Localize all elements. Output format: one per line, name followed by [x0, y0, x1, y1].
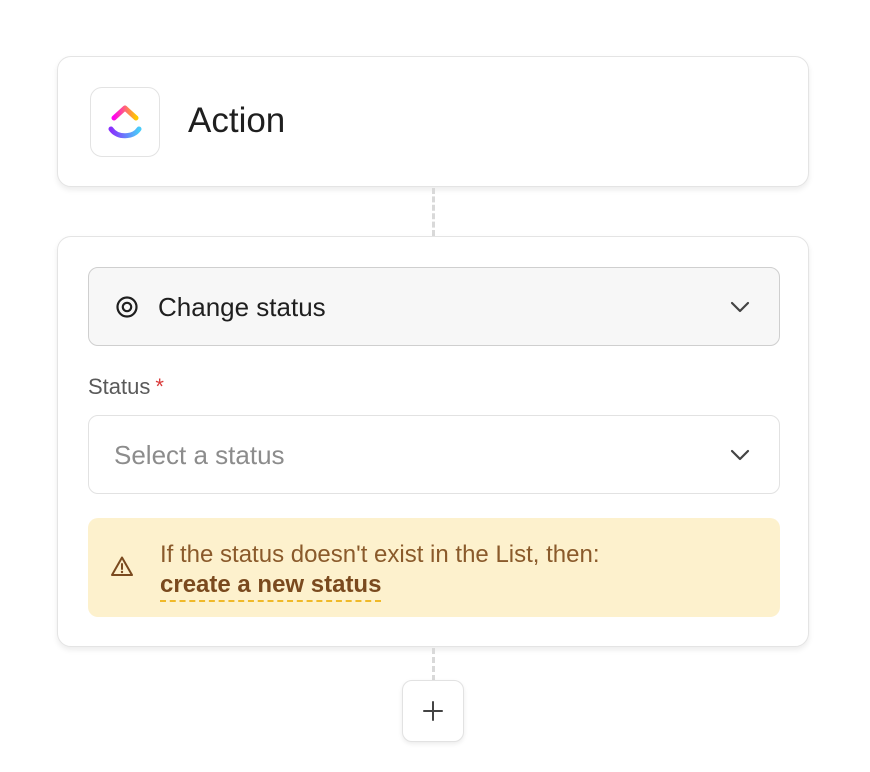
action-type-label: Change status	[158, 292, 326, 322]
clickup-logo-icon	[90, 87, 160, 157]
automation-builder: Action Change status Status * Select a st…	[0, 0, 870, 772]
add-step-button[interactable]	[402, 680, 464, 742]
status-placeholder: Select a status	[114, 440, 285, 470]
status-field-label: Status *	[88, 374, 164, 400]
required-marker: *	[155, 374, 164, 399]
chevron-down-icon	[730, 449, 750, 461]
create-new-status-link[interactable]: create a new status	[160, 570, 382, 602]
chevron-down-icon	[730, 301, 750, 313]
connector-line	[432, 648, 435, 681]
action-type-dropdown[interactable]: Change status	[88, 267, 780, 346]
status-label-text: Status	[88, 374, 151, 399]
warning-text: If the status doesn't exist in the List,…	[160, 541, 600, 568]
action-config-card: Change status Status * Select a status If…	[57, 236, 809, 647]
action-card[interactable]: Action	[57, 56, 809, 187]
connector-line	[432, 188, 435, 236]
warning-triangle-icon	[111, 556, 133, 576]
target-status-icon	[116, 296, 138, 318]
plus-icon	[423, 701, 443, 721]
action-title: Action	[188, 101, 286, 140]
status-dropdown[interactable]: Select a status	[88, 415, 780, 494]
status-warning-banner: If the status doesn't exist in the List,…	[88, 518, 780, 617]
